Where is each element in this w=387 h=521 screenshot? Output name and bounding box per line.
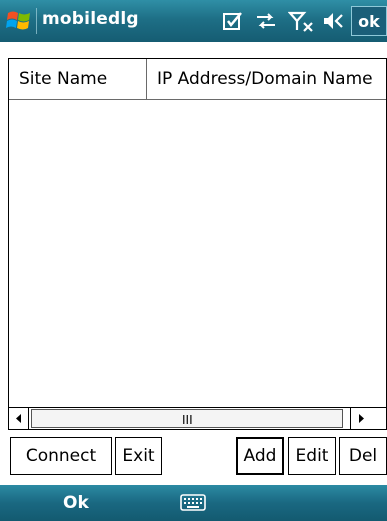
title-bar: mobiledlg ok [0, 0, 387, 42]
list-rows-area[interactable] [9, 100, 386, 407]
site-list-view[interactable]: Site Name IP Address/Domain Name III [8, 58, 387, 430]
app-title: mobiledlg [42, 9, 139, 29]
title-separator [36, 8, 37, 34]
scroll-thumb-grip: III [182, 413, 193, 427]
connectivity-icon[interactable] [254, 10, 278, 32]
soft-key-bar: Ok [0, 485, 387, 521]
horizontal-scrollbar[interactable]: III [9, 407, 386, 429]
scroll-right-arrow-icon [359, 414, 364, 423]
column-header-site-name[interactable]: Site Name [9, 59, 147, 99]
windows-start-icon[interactable] [6, 9, 32, 33]
scroll-right-button[interactable] [350, 408, 370, 429]
title-ok-button[interactable]: ok [351, 6, 387, 36]
connect-button[interactable]: Connect [10, 437, 112, 475]
keyboard-icon[interactable] [180, 494, 206, 511]
volume-icon[interactable] [322, 10, 348, 32]
scroll-thumb[interactable]: III [31, 409, 343, 428]
scroll-left-arrow-icon [16, 414, 21, 423]
soft-key-ok[interactable]: Ok [63, 493, 89, 513]
edit-checkbox-icon[interactable] [222, 10, 244, 32]
column-header-ip-address[interactable]: IP Address/Domain Name [147, 59, 386, 99]
edit-button[interactable]: Edit [288, 437, 336, 475]
add-button[interactable]: Add [236, 437, 284, 475]
no-signal-icon[interactable] [288, 10, 316, 32]
list-header: Site Name IP Address/Domain Name [9, 59, 386, 100]
delete-button[interactable]: Del [339, 437, 387, 475]
exit-button[interactable]: Exit [115, 437, 162, 475]
scroll-left-button[interactable] [9, 408, 29, 429]
